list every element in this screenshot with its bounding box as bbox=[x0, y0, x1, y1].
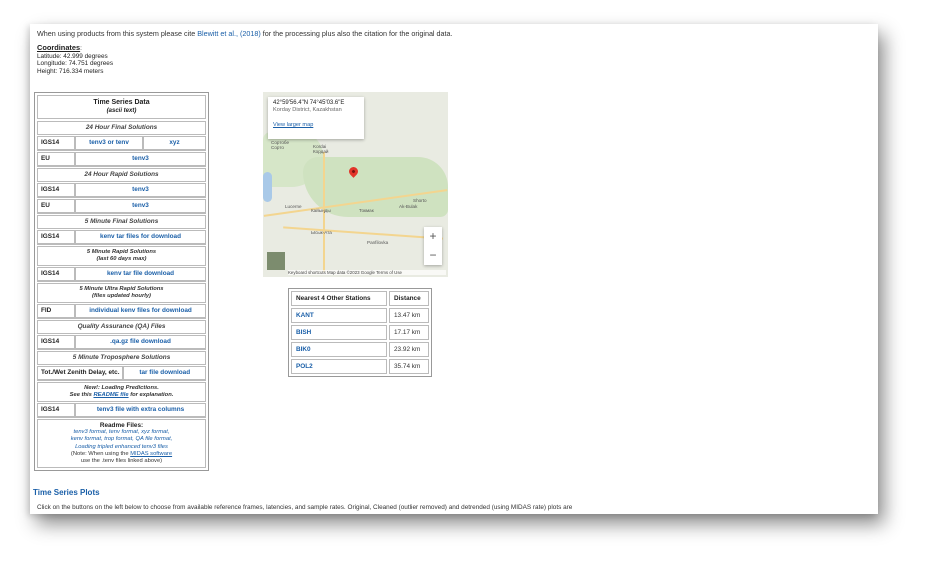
table-row: IGS14 tenv3 file with extra columns bbox=[37, 403, 206, 418]
table-row: IGS14 .qa.gz file download bbox=[37, 335, 206, 350]
table-row: EU tenv3 bbox=[37, 199, 206, 214]
zoom-controls: + − bbox=[424, 227, 442, 265]
web-page: When using products from this system ple… bbox=[30, 24, 878, 514]
table-row: IGS14 kenv tar file download bbox=[37, 267, 206, 282]
height-text: Height: 716.334 meters bbox=[37, 67, 104, 75]
section-24h-final: 24 Hour Final Solutions bbox=[37, 121, 206, 135]
station-link-bish[interactable]: BISH bbox=[291, 325, 387, 340]
kenv-tar-files-link[interactable]: kenv tar files for download bbox=[75, 230, 206, 244]
table-row: IGS14 kenv tar files for download bbox=[37, 230, 206, 245]
nearest-stations-table: Nearest 4 Other Stations Distance KANT 1… bbox=[288, 288, 432, 377]
readme-files-block: Readme Files: tenv3 format, tenv format,… bbox=[37, 419, 206, 469]
station-link-bik0[interactable]: BIK0 bbox=[291, 342, 387, 357]
map-coordinates: 42°59'56.4"N 74°45'03.6"E bbox=[273, 100, 345, 106]
rapid-eu-tenv3-link[interactable]: tenv3 bbox=[75, 199, 206, 213]
rapid-igs14-tenv3-link[interactable]: tenv3 bbox=[75, 183, 206, 197]
section-24h-rapid: 24 Hour Rapid Solutions bbox=[37, 168, 206, 182]
table-header-row: Nearest 4 Other Stations Distance bbox=[291, 291, 429, 306]
qa-file-link[interactable]: .qa.gz file download bbox=[75, 335, 206, 349]
zoom-out-button[interactable]: − bbox=[424, 246, 442, 265]
map-footer: Keyboard shortcuts Map data ©2023 Google… bbox=[288, 270, 446, 275]
time-series-table: Time Series Data (ascii text) 24 Hour Fi… bbox=[34, 92, 209, 472]
section-5min-final: 5 Minute Final Solutions bbox=[37, 215, 206, 229]
readme-links-line1[interactable]: tenv3 format, tenv format, xyz format, bbox=[38, 429, 205, 436]
table-row: KANT 13.47 km bbox=[291, 308, 429, 323]
table-row: BISH 17.17 km bbox=[291, 325, 429, 340]
zoom-in-button[interactable]: + bbox=[424, 227, 442, 246]
readme-links-line3[interactable]: Loading tripled enhanced tenv3 files bbox=[38, 444, 205, 451]
station-link-pol2[interactable]: POL2 bbox=[291, 359, 387, 374]
section-5min-ultra: 5 Minute Ultra Rapid Solutions (files up… bbox=[37, 283, 206, 303]
trop-tar-link[interactable]: tar file download bbox=[123, 366, 206, 380]
section-5min-rapid: 5 Minute Rapid Solutions (last 60 days m… bbox=[37, 246, 206, 266]
xyz-link[interactable]: xyz bbox=[143, 136, 206, 150]
citation-text: When using products from this system ple… bbox=[37, 29, 453, 38]
blewitt-link[interactable]: Blewitt et al., (2018) bbox=[197, 29, 261, 38]
table-row: IGS14 tenv3 or tenv xyz bbox=[37, 136, 206, 151]
time-series-plots-heading: Time Series Plots bbox=[33, 488, 100, 497]
time-series-plots-text: Click on the buttons on the left below t… bbox=[37, 504, 573, 511]
loading-predictions-note: New!: Loading Predictions. See this READ… bbox=[37, 382, 206, 402]
readme-file-link[interactable]: README file bbox=[93, 392, 128, 398]
coordinates-heading: Coordinates bbox=[37, 43, 81, 52]
table-row: FID individual kenv files for download bbox=[37, 304, 206, 319]
map-place: Korday District, Kazakhstan bbox=[273, 107, 342, 113]
station-link-kant[interactable]: KANT bbox=[291, 308, 387, 323]
section-qa: Quality Assurance (QA) Files bbox=[37, 320, 206, 334]
google-map[interactable]: Сортобе Сорто Kordai Кордай Lucerne Кайы… bbox=[263, 92, 448, 277]
map-thumbnail-toggle[interactable] bbox=[267, 252, 285, 270]
individual-kenv-link[interactable]: individual kenv files for download bbox=[75, 304, 206, 318]
tenv3-extra-columns-link[interactable]: tenv3 file with extra columns bbox=[75, 403, 206, 417]
midas-software-link[interactable]: MIDAS software bbox=[130, 451, 172, 457]
section-troposphere: 5 Minute Troposphere Solutions bbox=[37, 351, 206, 365]
map-info-card: 42°59'56.4"N 74°45'03.6"E Korday Distric… bbox=[268, 97, 364, 139]
kenv-tar-download-link[interactable]: kenv tar file download bbox=[75, 267, 206, 281]
tenv3-or-tenv-link[interactable]: tenv3 or tenv bbox=[75, 136, 143, 150]
table-row: BIK0 23.92 km bbox=[291, 342, 429, 357]
view-larger-map-link[interactable]: View larger map bbox=[273, 122, 359, 129]
longitude-text: Longitude: 74.751 degrees bbox=[37, 60, 114, 68]
table-row: EU tenv3 bbox=[37, 152, 206, 167]
coordinates-block: Coordinates: Latitude: 42.999 degrees Lo… bbox=[37, 43, 114, 75]
time-series-header: Time Series Data (ascii text) bbox=[37, 95, 206, 119]
table-row: Tot./Wet Zenith Delay, etc. tar file dow… bbox=[37, 366, 206, 381]
eu-tenv3-link[interactable]: tenv3 bbox=[75, 152, 206, 166]
table-row: IGS14 tenv3 bbox=[37, 183, 206, 198]
table-row: POL2 35.74 km bbox=[291, 359, 429, 374]
latitude-text: Latitude: 42.999 degrees bbox=[37, 52, 108, 60]
readme-links-line2[interactable]: kenv format, trop format, QA file format… bbox=[38, 436, 205, 443]
